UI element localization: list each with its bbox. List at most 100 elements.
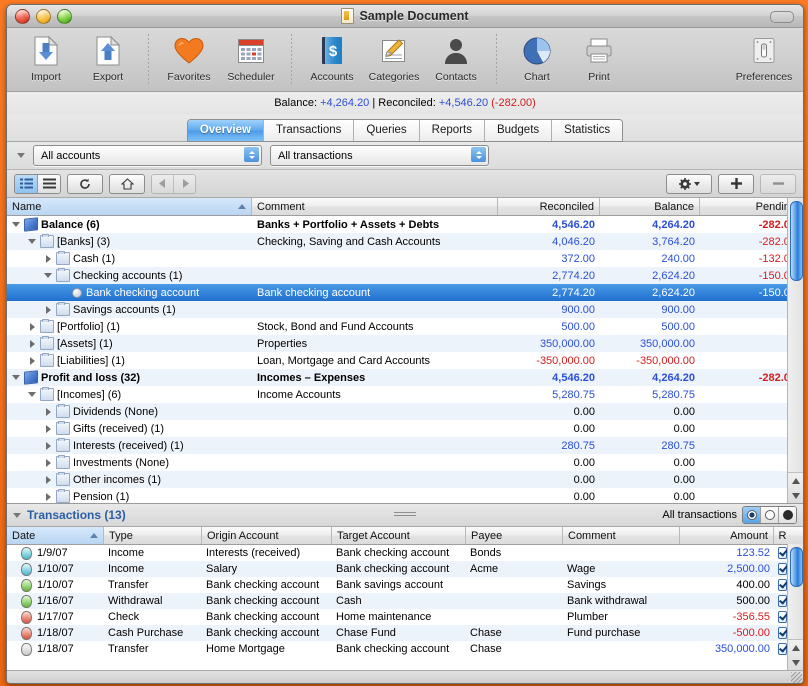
tree-row[interactable]: [Portfolio] (1) Stock, Bond and Fund Acco… bbox=[7, 318, 803, 335]
tree-row[interactable]: [Liabilities] (1) Loan, Mortgage and Card… bbox=[7, 352, 803, 369]
toolbar-item-import[interactable]: Import bbox=[15, 32, 77, 83]
scope-selected-button[interactable] bbox=[779, 507, 796, 523]
tx-column-type[interactable]: Type bbox=[104, 527, 202, 544]
tree-row[interactable]: Interests (received) (1)280.75280.75- bbox=[7, 437, 803, 454]
tx-column-reconciled[interactable]: R bbox=[774, 527, 791, 544]
disclosure-triangle-closed-icon[interactable] bbox=[43, 301, 53, 318]
transactions-scrollbar-thumb[interactable] bbox=[790, 547, 803, 587]
collapse-filters-triangle-icon[interactable] bbox=[17, 153, 25, 158]
scope-all-button[interactable] bbox=[743, 507, 761, 523]
scroll-up-arrow-icon[interactable] bbox=[788, 640, 803, 655]
tree-column-reconciled[interactable]: Reconciled bbox=[498, 198, 600, 215]
tab-statistics[interactable]: Statistics bbox=[552, 120, 623, 141]
disclosure-triangle-open-icon[interactable] bbox=[27, 233, 37, 250]
toolbar-item-export[interactable]: Export bbox=[77, 32, 139, 83]
disclosure-triangle-closed-icon[interactable] bbox=[27, 335, 37, 352]
disclosure-triangle-closed-icon[interactable] bbox=[27, 318, 37, 335]
transaction-row[interactable]: 1/18/07 Cash Purchase Bank checking accoun… bbox=[7, 625, 803, 641]
tree-row[interactable]: Other incomes (1)0.000.00- bbox=[7, 471, 803, 488]
disclosure-triangle-open-icon[interactable] bbox=[43, 267, 53, 284]
account-filter-select[interactable]: All accounts bbox=[33, 145, 262, 166]
tree-column-name[interactable]: Name bbox=[7, 198, 252, 215]
disclosure-triangle-open-icon[interactable] bbox=[27, 386, 37, 403]
transaction-row[interactable]: 1/10/07 Transfer Bank checking account Bank… bbox=[7, 577, 803, 593]
tx-column-comment[interactable]: Comment bbox=[563, 527, 680, 544]
tree-row[interactable]: [Banks] (3) Checking, Saving and Cash Acc… bbox=[7, 233, 803, 250]
resize-grip[interactable] bbox=[791, 672, 802, 683]
checkmark-icon[interactable] bbox=[778, 595, 787, 607]
tree-vertical-scrollbar[interactable] bbox=[787, 198, 803, 503]
disclosure-triangle-closed-icon[interactable] bbox=[43, 420, 53, 437]
back-arrow-icon[interactable] bbox=[152, 174, 174, 193]
transaction-row[interactable]: 1/17/07 Check Bank checking account Home ma… bbox=[7, 609, 803, 625]
checkmark-icon[interactable] bbox=[778, 547, 787, 559]
checkmark-icon[interactable] bbox=[778, 643, 787, 655]
tree-row[interactable]: Savings accounts (1)900.00900.00- bbox=[7, 301, 803, 318]
toolbar-item-favorites[interactable]: Favorites bbox=[158, 32, 220, 83]
disclosure-triangle-closed-icon[interactable] bbox=[43, 471, 53, 488]
tree-row[interactable]: [Incomes] (6) Income Accounts 5,280.75 5,28… bbox=[7, 386, 803, 403]
remove-button[interactable] bbox=[760, 173, 796, 194]
tree-row[interactable]: Gifts (received) (1)0.000.00- bbox=[7, 420, 803, 437]
checkmark-icon[interactable] bbox=[778, 579, 787, 591]
home-icon[interactable] bbox=[109, 173, 145, 194]
disclosure-triangle-closed-icon[interactable] bbox=[27, 352, 37, 369]
checkmark-icon[interactable] bbox=[778, 611, 787, 623]
tree-row[interactable]: Bank checking account Bank checking accou… bbox=[7, 284, 803, 301]
scroll-down-arrow-icon[interactable] bbox=[788, 655, 803, 670]
tree-scrollbar-thumb[interactable] bbox=[790, 201, 803, 281]
tree-row[interactable]: Balance (6) Banks + Portfolio + Assets + … bbox=[7, 216, 803, 233]
transactions-vertical-scrollbar[interactable] bbox=[787, 544, 803, 670]
tx-column-date[interactable]: Date bbox=[7, 527, 104, 544]
flat-list-view-icon[interactable] bbox=[38, 174, 60, 193]
tree-row[interactable]: Dividends (None)0.000.00- bbox=[7, 403, 803, 420]
tab-reports[interactable]: Reports bbox=[419, 120, 485, 141]
splitter-grip[interactable] bbox=[394, 512, 416, 518]
tx-column-payee[interactable]: Payee bbox=[466, 527, 563, 544]
tree-row[interactable]: Pension (1)0.000.00- bbox=[7, 488, 803, 503]
toolbar-item-categories[interactable]: Categories bbox=[363, 32, 425, 83]
toolbar-toggle-button[interactable] bbox=[770, 11, 794, 23]
collapse-transactions-triangle-icon[interactable] bbox=[13, 512, 21, 518]
tree-row[interactable]: Checking accounts (1) 2,774.20 2,624.20 -15… bbox=[7, 267, 803, 284]
tx-column-amount[interactable]: Amount bbox=[680, 527, 774, 544]
toolbar-item-contacts[interactable]: Contacts bbox=[425, 32, 487, 83]
view-mode-segmented-control[interactable] bbox=[14, 173, 61, 194]
disclosure-triangle-open-icon[interactable] bbox=[11, 216, 21, 233]
toolbar-item-scheduler[interactable]: Scheduler bbox=[220, 32, 282, 83]
tree-row[interactable]: Cash (1) 372.00 240.00 -132.00 bbox=[7, 250, 803, 267]
transaction-row[interactable]: 1/16/07 Withdrawal Bank checking account Ca… bbox=[7, 593, 803, 609]
disclosure-triangle-closed-icon[interactable] bbox=[43, 437, 53, 454]
refresh-icon[interactable] bbox=[67, 173, 103, 194]
window-titlebar[interactable]: Sample Document bbox=[7, 5, 803, 28]
disclosure-triangle-closed-icon[interactable] bbox=[43, 250, 53, 267]
tx-column-origin-account[interactable]: Origin Account bbox=[202, 527, 332, 544]
disclosure-triangle-closed-icon[interactable] bbox=[43, 403, 53, 420]
toolbar-item-chart[interactable]: Chart bbox=[506, 32, 568, 83]
tree-scrollbar-arrows[interactable] bbox=[788, 472, 803, 503]
navigation-segmented-control[interactable] bbox=[151, 173, 196, 194]
add-button[interactable] bbox=[718, 173, 754, 194]
transaction-row[interactable]: 1/18/07 Transfer Home Mortgage Bank checkin… bbox=[7, 641, 803, 657]
tree-column-pending[interactable]: Pending bbox=[700, 198, 801, 215]
scope-none-button[interactable] bbox=[761, 507, 779, 523]
transaction-filter-select[interactable]: All transactions bbox=[270, 145, 489, 166]
tab-budgets[interactable]: Budgets bbox=[484, 120, 553, 141]
disclosure-triangle-open-icon[interactable] bbox=[11, 369, 21, 386]
transactions-scope-segmented-control[interactable] bbox=[742, 506, 797, 524]
tree-row[interactable]: Profit and loss (32) Incomes – Expenses 4,… bbox=[7, 369, 803, 386]
tab-overview[interactable]: Overview bbox=[187, 120, 264, 141]
toolbar-item-accounts[interactable]: $ Accounts bbox=[301, 32, 363, 83]
list-view-icon[interactable] bbox=[15, 174, 38, 193]
transaction-row[interactable]: 1/10/07 Income Salary Bank checking account… bbox=[7, 561, 803, 577]
tx-column-target-account[interactable]: Target Account bbox=[332, 527, 466, 544]
tab-queries[interactable]: Queries bbox=[354, 120, 420, 141]
scroll-down-arrow-icon[interactable] bbox=[788, 488, 803, 503]
disclosure-triangle-closed-icon[interactable] bbox=[43, 454, 53, 471]
tree-column-comment[interactable]: Comment bbox=[252, 198, 498, 215]
tab-transactions[interactable]: Transactions bbox=[263, 120, 355, 141]
gear-icon[interactable] bbox=[666, 173, 712, 194]
tree-column-balance[interactable]: Balance bbox=[600, 198, 700, 215]
checkmark-icon[interactable] bbox=[778, 563, 787, 575]
tree-row[interactable]: [Assets] (1) Properties 350,000.00 350,000.… bbox=[7, 335, 803, 352]
